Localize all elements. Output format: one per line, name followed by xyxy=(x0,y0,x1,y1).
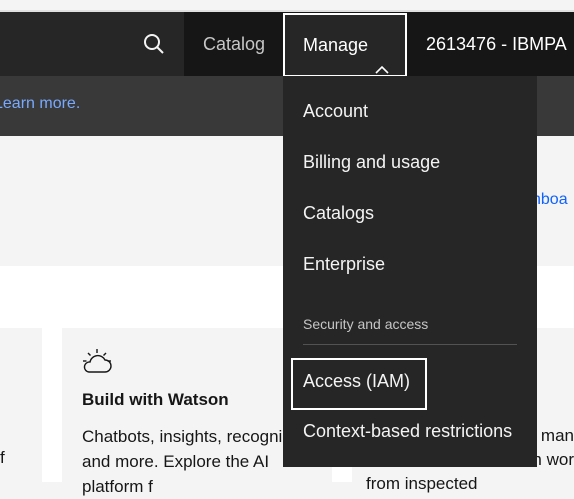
top-header: Catalog Manage 2613476 - IBMPA xyxy=(0,12,574,77)
catalog-link[interactable]: Catalog xyxy=(184,12,284,76)
menu-divider xyxy=(303,344,517,345)
card-right-text-2: n wor xyxy=(532,450,574,469)
search-icon[interactable] xyxy=(140,30,168,58)
account-switcher[interactable]: 2613476 - IBMPA xyxy=(426,12,567,76)
top-strip xyxy=(0,0,574,12)
card-right-text-1: man xyxy=(540,426,574,445)
menu-item-access-iam-label: Access (IAM) xyxy=(303,371,411,391)
card-right-text-3: from inspected xyxy=(366,474,478,493)
header-left-area xyxy=(0,12,184,76)
card-left[interactable]: f xyxy=(0,328,42,482)
menu-item-catalogs[interactable]: Catalogs xyxy=(303,203,374,224)
dashboard-link[interactable]: hboa xyxy=(532,191,568,209)
menu-item-enterprise[interactable]: Enterprise xyxy=(303,254,385,275)
cloud-sun-icon xyxy=(80,346,114,378)
manage-dropdown-menu: Account Billing and usage Catalogs Enter… xyxy=(283,76,537,467)
menu-item-access-iam[interactable]: Access (IAM) xyxy=(291,358,427,410)
menu-item-billing[interactable]: Billing and usage xyxy=(303,152,440,173)
watson-card-title: Build with Watson xyxy=(82,390,229,409)
manage-button[interactable]: Manage xyxy=(283,13,407,77)
learn-more-link[interactable]: Learn more. xyxy=(0,95,80,113)
menu-section-security: Security and access xyxy=(303,316,429,332)
menu-item-account[interactable]: Account xyxy=(303,101,368,122)
card-left-text: f xyxy=(0,448,5,467)
menu-item-context-restrictions[interactable]: Context-based restrictions xyxy=(303,421,512,442)
chevron-up-icon xyxy=(375,39,389,74)
manage-label: Manage xyxy=(303,35,369,55)
